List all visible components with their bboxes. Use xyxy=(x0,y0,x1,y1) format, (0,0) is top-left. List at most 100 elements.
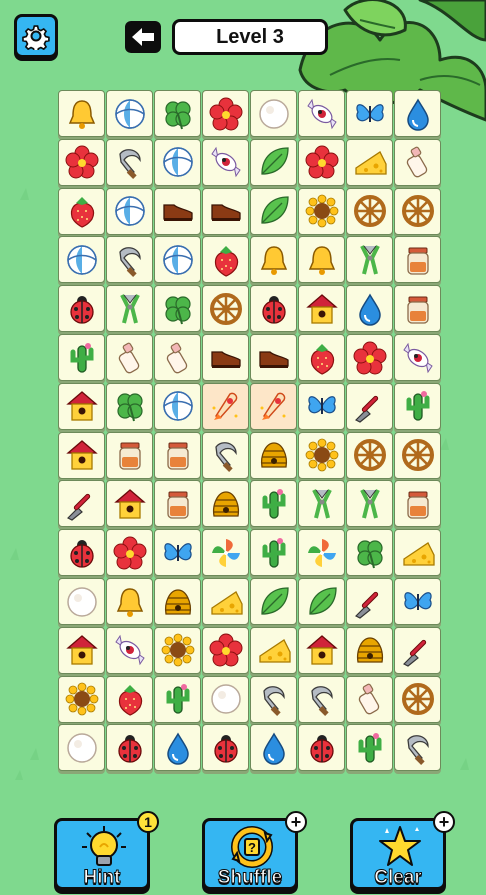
tile-candy[interactable] xyxy=(202,138,249,186)
tile-rocket[interactable] xyxy=(250,382,297,430)
tile-jar[interactable] xyxy=(154,431,201,479)
tile-clover[interactable] xyxy=(106,382,153,430)
tile-jar[interactable] xyxy=(394,285,441,333)
tile-shoe[interactable] xyxy=(250,334,297,381)
tile-spatula[interactable] xyxy=(58,480,105,528)
tile-jar[interactable] xyxy=(394,236,441,284)
tile-cactus[interactable] xyxy=(250,480,297,528)
tile-bottle[interactable] xyxy=(346,675,393,723)
tile-cactus[interactable] xyxy=(154,675,201,723)
tile-beachball[interactable] xyxy=(106,90,153,137)
tile-snowball[interactable] xyxy=(58,724,105,772)
tile-ladybug[interactable] xyxy=(298,724,345,772)
tile-cheese[interactable] xyxy=(250,626,297,674)
tile-ladybug[interactable] xyxy=(202,724,249,772)
tile-snowball[interactable] xyxy=(58,578,105,625)
tile-birdhouse[interactable] xyxy=(58,431,105,479)
tile-cactus[interactable] xyxy=(58,334,105,381)
tile-beachball[interactable] xyxy=(154,138,201,186)
tile-cactus[interactable] xyxy=(250,529,297,577)
tile-wheel[interactable] xyxy=(346,187,393,235)
tile-wheel[interactable] xyxy=(394,187,441,235)
tile-rocket[interactable] xyxy=(202,382,249,430)
tile-candy[interactable] xyxy=(298,90,345,137)
tile-leaf[interactable] xyxy=(298,578,345,625)
hint-button[interactable]: Hint 1 xyxy=(54,811,159,890)
tile-birdhouse[interactable] xyxy=(106,480,153,528)
tile-shoe[interactable] xyxy=(202,187,249,235)
tile-sunflower[interactable] xyxy=(154,626,201,674)
tile-pinwheel[interactable] xyxy=(202,529,249,577)
tile-bottle[interactable] xyxy=(106,334,153,381)
tile-cheese[interactable] xyxy=(346,138,393,186)
shuffle-button[interactable]: ? Shuffle + xyxy=(202,811,307,890)
tile-sickle[interactable] xyxy=(394,724,441,772)
tile-pliers[interactable] xyxy=(106,285,153,333)
tile-snowball[interactable] xyxy=(250,90,297,137)
tile-cheese[interactable] xyxy=(394,529,441,577)
tile-butterfly[interactable] xyxy=(154,529,201,577)
tile-sickle[interactable] xyxy=(106,138,153,186)
tile-sickle[interactable] xyxy=(202,431,249,479)
tile-spatula[interactable] xyxy=(346,578,393,625)
tile-jar[interactable] xyxy=(106,431,153,479)
tile-wheel[interactable] xyxy=(202,285,249,333)
tile-drop[interactable] xyxy=(394,90,441,137)
tile-sickle[interactable] xyxy=(106,236,153,284)
tile-sunflower[interactable] xyxy=(298,431,345,479)
tile-sickle[interactable] xyxy=(298,675,345,723)
tile-beehive[interactable] xyxy=(202,480,249,528)
tile-flower[interactable] xyxy=(202,626,249,674)
tile-flower[interactable] xyxy=(346,334,393,381)
tile-jar[interactable] xyxy=(394,480,441,528)
tile-pliers[interactable] xyxy=(346,236,393,284)
tile-beehive[interactable] xyxy=(250,431,297,479)
tile-clover[interactable] xyxy=(154,285,201,333)
tile-pinwheel[interactable] xyxy=(298,529,345,577)
tile-flower[interactable] xyxy=(202,90,249,137)
tile-strawberry[interactable] xyxy=(58,187,105,235)
tile-bell[interactable] xyxy=(106,578,153,625)
clear-add-badge[interactable]: + xyxy=(433,811,455,833)
tile-bell[interactable] xyxy=(58,90,105,137)
back-button[interactable] xyxy=(125,21,161,53)
tile-cactus[interactable] xyxy=(346,724,393,772)
tile-flower[interactable] xyxy=(58,138,105,186)
tile-beachball[interactable] xyxy=(106,187,153,235)
tile-bell[interactable] xyxy=(298,236,345,284)
tile-birdhouse[interactable] xyxy=(58,382,105,430)
tile-beehive[interactable] xyxy=(346,626,393,674)
tile-birdhouse[interactable] xyxy=(298,626,345,674)
tile-leaf[interactable] xyxy=(250,578,297,625)
tile-cactus[interactable] xyxy=(394,382,441,430)
tile-flower[interactable] xyxy=(106,529,153,577)
tile-cheese[interactable] xyxy=(202,578,249,625)
tile-strawberry[interactable] xyxy=(202,236,249,284)
tile-flower[interactable] xyxy=(298,138,345,186)
tile-jar[interactable] xyxy=(154,480,201,528)
tile-wheel[interactable] xyxy=(394,675,441,723)
tile-pliers[interactable] xyxy=(346,480,393,528)
tile-beachball[interactable] xyxy=(154,382,201,430)
tile-pliers[interactable] xyxy=(298,480,345,528)
tile-snowball[interactable] xyxy=(202,675,249,723)
tile-spatula[interactable] xyxy=(346,382,393,430)
tile-candy[interactable] xyxy=(106,626,153,674)
tile-beehive[interactable] xyxy=(154,578,201,625)
tile-sunflower[interactable] xyxy=(58,675,105,723)
tile-ladybug[interactable] xyxy=(58,285,105,333)
tile-wheel[interactable] xyxy=(346,431,393,479)
shuffle-add-badge[interactable]: + xyxy=(285,811,307,833)
clear-button[interactable]: Clear + xyxy=(350,811,455,890)
tile-ladybug[interactable] xyxy=(106,724,153,772)
tile-candy[interactable] xyxy=(394,334,441,381)
tile-wheel[interactable] xyxy=(394,431,441,479)
tile-clover[interactable] xyxy=(154,90,201,137)
tile-bottle[interactable] xyxy=(394,138,441,186)
tile-sickle[interactable] xyxy=(250,675,297,723)
tile-sunflower[interactable] xyxy=(298,187,345,235)
tile-leaf[interactable] xyxy=(250,187,297,235)
tile-leaf[interactable] xyxy=(250,138,297,186)
tile-clover[interactable] xyxy=(346,529,393,577)
tile-birdhouse[interactable] xyxy=(58,626,105,674)
